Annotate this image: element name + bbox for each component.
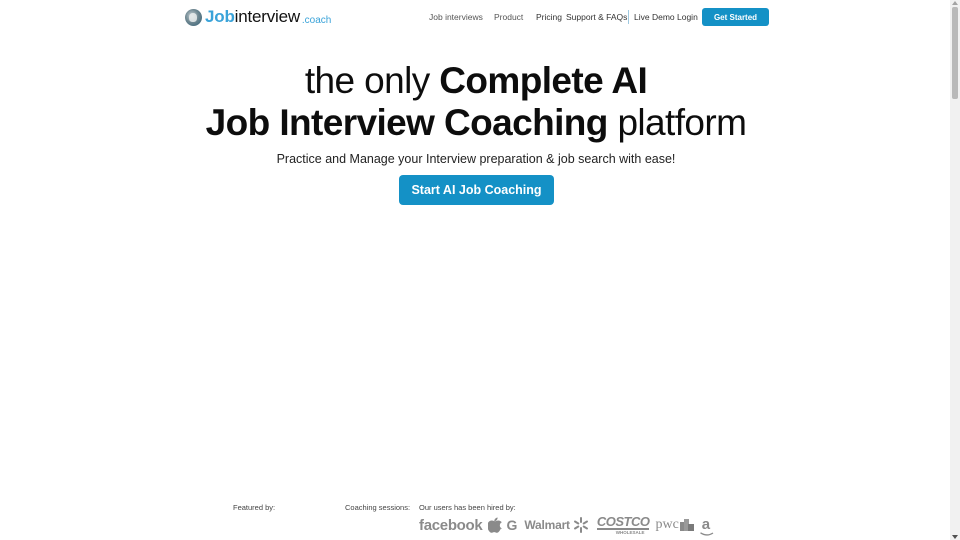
- apple-logo-icon: [488, 517, 503, 533]
- hero-title-bold-1: Complete AI: [439, 60, 648, 101]
- hired-by-logos: facebook G Walmart COSTCO WHOLESALE pwc …: [419, 513, 714, 536]
- amazon-logo: a: [699, 516, 714, 536]
- site-logo[interactable]: Job interview .coach: [185, 7, 331, 27]
- costco-logo-text: COSTCO: [596, 513, 650, 530]
- walmart-logo: Walmart: [524, 518, 570, 532]
- walmart-spark-icon: [573, 517, 588, 533]
- scroll-up-arrow-icon[interactable]: [950, 0, 960, 6]
- hero-title-thin-2: platform: [607, 102, 747, 143]
- amazon-logo-text: a: [701, 516, 711, 533]
- featured-by-label: Featured by:: [233, 503, 276, 512]
- hero-title-line2: Job Interview Coaching platform: [0, 101, 952, 145]
- hero-title-thin-1: the only: [304, 60, 440, 101]
- logo-text-coach: .coach: [301, 15, 332, 26]
- amazon-smile-icon: [699, 532, 714, 536]
- hero-title-line1: the only Complete AI: [0, 59, 952, 103]
- google-logo: G: [506, 517, 518, 533]
- pwc-logo: pwc: [655, 517, 679, 532]
- hero-title-bold-2: Job Interview Coaching: [205, 102, 609, 143]
- nav-login[interactable]: Login: [677, 12, 698, 22]
- scroll-down-arrow-icon[interactable]: [950, 534, 960, 540]
- pwc-blocks-icon: [679, 519, 694, 531]
- nav-divider: [628, 10, 629, 24]
- hired-by-label: Our users has been hired by:: [419, 503, 516, 512]
- hero-subtitle: Practice and Manage your Interview prepa…: [276, 152, 676, 166]
- logo-text-interview: interview: [234, 7, 300, 26]
- page-scrollbar[interactable]: [950, 0, 960, 540]
- nav-support-faqs[interactable]: Support & FAQs: [566, 12, 627, 22]
- nav-product[interactable]: Product: [494, 12, 523, 22]
- start-ai-job-coaching-button[interactable]: Start AI Job Coaching: [399, 175, 554, 205]
- costco-logo: COSTCO WHOLESALE: [596, 513, 650, 535]
- facebook-logo: facebook: [419, 516, 483, 534]
- nav-live-demo[interactable]: Live Demo: [634, 12, 675, 22]
- costco-logo-subtext: WHOLESALE: [615, 529, 645, 535]
- coaching-sessions-label: Coaching sessions:: [345, 503, 411, 512]
- nav-pricing[interactable]: Pricing: [536, 12, 562, 22]
- get-started-button[interactable]: Get Started: [702, 8, 769, 26]
- nav-job-interviews[interactable]: Job interviews: [429, 12, 483, 22]
- site-header: Job interview .coach Job interviews Prod…: [0, 0, 950, 34]
- scrollbar-thumb[interactable]: [952, 7, 958, 99]
- logo-text-job: Job: [205, 7, 235, 26]
- logo-globe-icon: [185, 8, 202, 26]
